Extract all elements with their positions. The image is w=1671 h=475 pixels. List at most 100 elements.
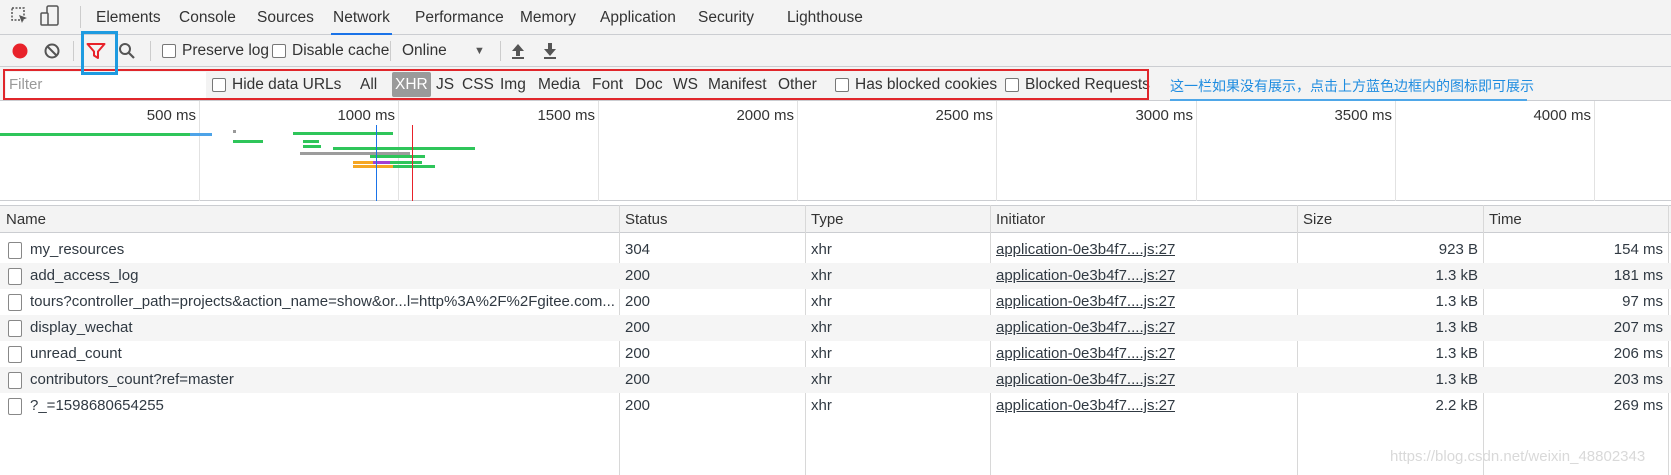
import-har-button[interactable] xyxy=(510,35,526,67)
tab-bar-icons xyxy=(10,5,60,31)
tab-elements[interactable]: Elements xyxy=(94,0,163,35)
request-type: xhr xyxy=(811,371,832,388)
request-initiator-link[interactable]: application-0e3b4f7....js:27 xyxy=(996,237,1175,263)
request-initiator-link[interactable]: application-0e3b4f7....js:27 xyxy=(996,341,1175,367)
request-size: 1.3 kB xyxy=(1435,319,1478,336)
tick-label: 2500 ms xyxy=(935,107,993,124)
document-icon xyxy=(8,242,22,259)
overview-bar xyxy=(353,161,373,164)
request-size: 1.3 kB xyxy=(1435,293,1478,310)
column-header-size[interactable]: Size xyxy=(1303,206,1332,234)
document-icon xyxy=(8,372,22,389)
request-name: ?_=1598680654255 xyxy=(30,397,164,414)
overview-bar xyxy=(393,165,435,168)
table-row[interactable]: add_access_log 200 xhr application-0e3b4… xyxy=(0,263,1671,289)
overview-bar xyxy=(233,130,236,133)
throttling-select[interactable]: Online ▼ xyxy=(402,35,492,67)
preserve-log-label: Preserve log xyxy=(182,42,270,59)
checkbox-box[interactable] xyxy=(162,44,176,58)
disable-cache-label: Disable cache xyxy=(292,42,390,59)
filter-bar-highlight xyxy=(3,69,1149,100)
request-status: 200 xyxy=(625,267,651,284)
network-overview[interactable] xyxy=(0,101,1671,201)
request-status: 200 xyxy=(625,397,651,414)
disable-cache-checkbox[interactable]: Disable cache xyxy=(272,35,389,67)
request-status: 304 xyxy=(625,241,651,258)
document-icon xyxy=(8,346,22,363)
request-initiator-link[interactable]: application-0e3b4f7....js:27 xyxy=(996,393,1175,419)
document-icon xyxy=(8,398,22,415)
tab-network[interactable]: Network xyxy=(331,0,392,35)
disable-cache-control[interactable]: Disable cache xyxy=(272,42,389,60)
request-status: 200 xyxy=(625,293,651,310)
request-initiator-link[interactable]: application-0e3b4f7....js:27 xyxy=(996,263,1175,289)
overview-bar xyxy=(353,165,393,168)
search-button[interactable] xyxy=(118,35,136,67)
table-row[interactable]: ?_=1598680654255 200 xhr application-0e3… xyxy=(0,393,1671,419)
column-header-type[interactable]: Type xyxy=(811,206,844,234)
document-icon xyxy=(8,268,22,285)
request-size: 1.3 kB xyxy=(1435,345,1478,362)
tab-performance[interactable]: Performance xyxy=(413,0,506,35)
table-row[interactable]: contributors_count?ref=master 200 xhr ap… xyxy=(0,367,1671,393)
request-type: xhr xyxy=(811,241,832,258)
tab-lighthouse[interactable]: Lighthouse xyxy=(785,0,865,35)
checkbox-box[interactable] xyxy=(272,44,286,58)
request-initiator-link[interactable]: application-0e3b4f7....js:27 xyxy=(996,367,1175,393)
table-row[interactable]: my_resources 304 xhr application-0e3b4f7… xyxy=(0,237,1671,263)
export-har-button[interactable] xyxy=(542,35,558,67)
request-name: display_wechat xyxy=(30,319,133,336)
overview-bar xyxy=(293,132,393,135)
tab-sources[interactable]: Sources xyxy=(255,0,316,35)
clear-icon xyxy=(44,43,60,59)
grid-line xyxy=(1594,101,1595,201)
dom-content-loaded-marker xyxy=(376,125,377,201)
grid-line xyxy=(996,101,997,201)
tab-console[interactable]: Console xyxy=(177,0,238,35)
request-type: xhr xyxy=(811,397,832,414)
request-status: 200 xyxy=(625,345,651,362)
request-initiator-link[interactable]: application-0e3b4f7....js:27 xyxy=(996,289,1175,315)
devtools-tab-bar: Elements Console Sources Network Perform… xyxy=(0,0,1671,35)
toolbar-separator xyxy=(390,41,391,61)
watermark: https://blog.csdn.net/weixin_48802343 xyxy=(1390,448,1646,465)
preserve-log-checkbox[interactable]: Preserve log xyxy=(162,35,269,67)
inspect-element-icon[interactable] xyxy=(10,6,30,30)
overview-bar xyxy=(390,161,422,164)
device-toolbar-icon[interactable] xyxy=(40,5,60,31)
request-initiator-link[interactable]: application-0e3b4f7....js:27 xyxy=(996,315,1175,341)
toolbar-separator xyxy=(500,41,501,61)
clear-button[interactable] xyxy=(43,35,61,67)
tab-memory[interactable]: Memory xyxy=(518,0,578,35)
grid-line xyxy=(398,101,399,201)
annotation-text: 这一栏如果没有展示，点击上方蓝色边框内的图标即可展示 xyxy=(1170,78,1534,94)
record-button[interactable] xyxy=(11,35,29,67)
table-row[interactable]: display_wechat 200 xhr application-0e3b4… xyxy=(0,315,1671,341)
load-event-marker xyxy=(412,125,413,201)
toolbar-separator xyxy=(73,41,74,61)
table-row[interactable]: unread_count 200 xhr application-0e3b4f7… xyxy=(0,341,1671,367)
tab-application[interactable]: Application xyxy=(598,0,678,35)
request-size: 1.3 kB xyxy=(1435,267,1478,284)
request-type: xhr xyxy=(811,293,832,310)
request-name: my_resources xyxy=(30,241,125,258)
tick-label: 500 ms xyxy=(146,107,196,124)
column-header-status[interactable]: Status xyxy=(625,206,668,234)
column-header-name[interactable]: Name xyxy=(6,206,46,234)
column-header-time[interactable]: Time xyxy=(1489,206,1522,234)
toolbar-separator xyxy=(150,41,151,61)
request-size: 923 B xyxy=(1438,241,1478,258)
request-name: unread_count xyxy=(30,345,122,362)
requests-table-header: Name Status Type Initiator Size Time xyxy=(0,205,1671,233)
column-header-initiator[interactable]: Initiator xyxy=(996,206,1045,234)
tab-security[interactable]: Security xyxy=(696,0,756,35)
network-toolbar: Preserve log Disable cache Online ▼ xyxy=(0,35,1671,67)
request-type: xhr xyxy=(811,267,832,284)
preserve-log-control[interactable]: Preserve log xyxy=(162,42,269,60)
overview-bar xyxy=(333,147,475,150)
overview-bar xyxy=(303,140,319,143)
request-size: 1.3 kB xyxy=(1435,371,1478,388)
tick-label: 2000 ms xyxy=(736,107,794,124)
table-row[interactable]: tours?controller_path=projects&action_na… xyxy=(0,289,1671,315)
grid-line xyxy=(199,101,200,201)
